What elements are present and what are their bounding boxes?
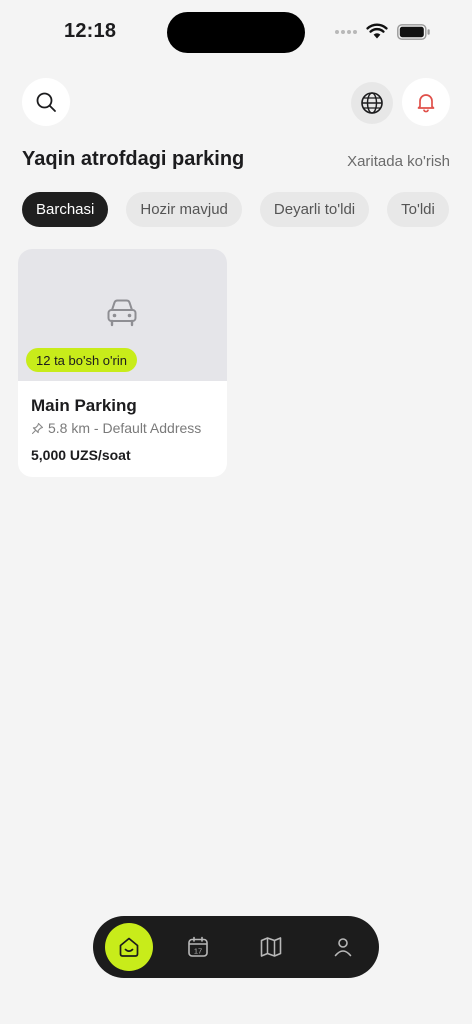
cellular-signal-icon: [335, 30, 357, 34]
parking-name: Main Parking: [31, 396, 137, 415]
parking-distance: 5.8 km - Default Address: [31, 420, 201, 436]
status-time: 12:18: [64, 20, 117, 42]
parking-card-image: 12 ta bo'sh o'rin: [18, 249, 227, 381]
filter-chip-all[interactable]: Barchasi: [22, 192, 109, 227]
view-on-map-link[interactable]: Xaritada ko'rish: [347, 153, 450, 170]
wifi-icon: [366, 23, 388, 39]
notifications-button[interactable]: [402, 78, 450, 126]
pin-icon: [31, 422, 44, 434]
filter-chip-full[interactable]: To'ldi: [387, 192, 449, 227]
search-icon: [36, 92, 56, 112]
home-icon: [119, 937, 139, 957]
status-bar: 12:18: [0, 0, 472, 64]
bell-icon: [417, 94, 435, 113]
free-spots-badge: 12 ta bo'sh o'rin: [26, 348, 137, 372]
language-button[interactable]: [351, 82, 393, 124]
nav-map-button[interactable]: [258, 934, 284, 960]
calendar-day-text: 17: [194, 946, 202, 955]
nav-profile-button[interactable]: [330, 934, 356, 960]
filter-chip-almost-full[interactable]: Deyarli to'ldi: [259, 192, 370, 227]
globe-icon: [361, 92, 383, 114]
search-button[interactable]: [22, 78, 70, 126]
car-icon: [107, 299, 137, 327]
nav-calendar-button[interactable]: 17: [185, 934, 211, 960]
section-title: Yaqin atrofdagi parking: [22, 148, 245, 170]
filter-chip-available-now[interactable]: Hozir mavjud: [126, 192, 242, 227]
dynamic-island: [167, 12, 305, 53]
map-icon: [260, 937, 282, 957]
parking-distance-text: 5.8 km - Default Address: [48, 420, 202, 436]
calendar-icon: 17: [188, 936, 208, 957]
nav-home-button[interactable]: [105, 923, 153, 971]
profile-icon: [334, 938, 352, 957]
filter-chips: Barchasi Hozir mavjud Deyarli to'ldi To'…: [22, 192, 449, 227]
parking-card[interactable]: 12 ta bo'sh o'rin Main Parking 5.8 km - …: [18, 249, 227, 477]
battery-icon: [397, 24, 430, 40]
bottom-nav: 17: [93, 916, 379, 978]
parking-price: 5,000 UZS/soat: [31, 447, 131, 463]
